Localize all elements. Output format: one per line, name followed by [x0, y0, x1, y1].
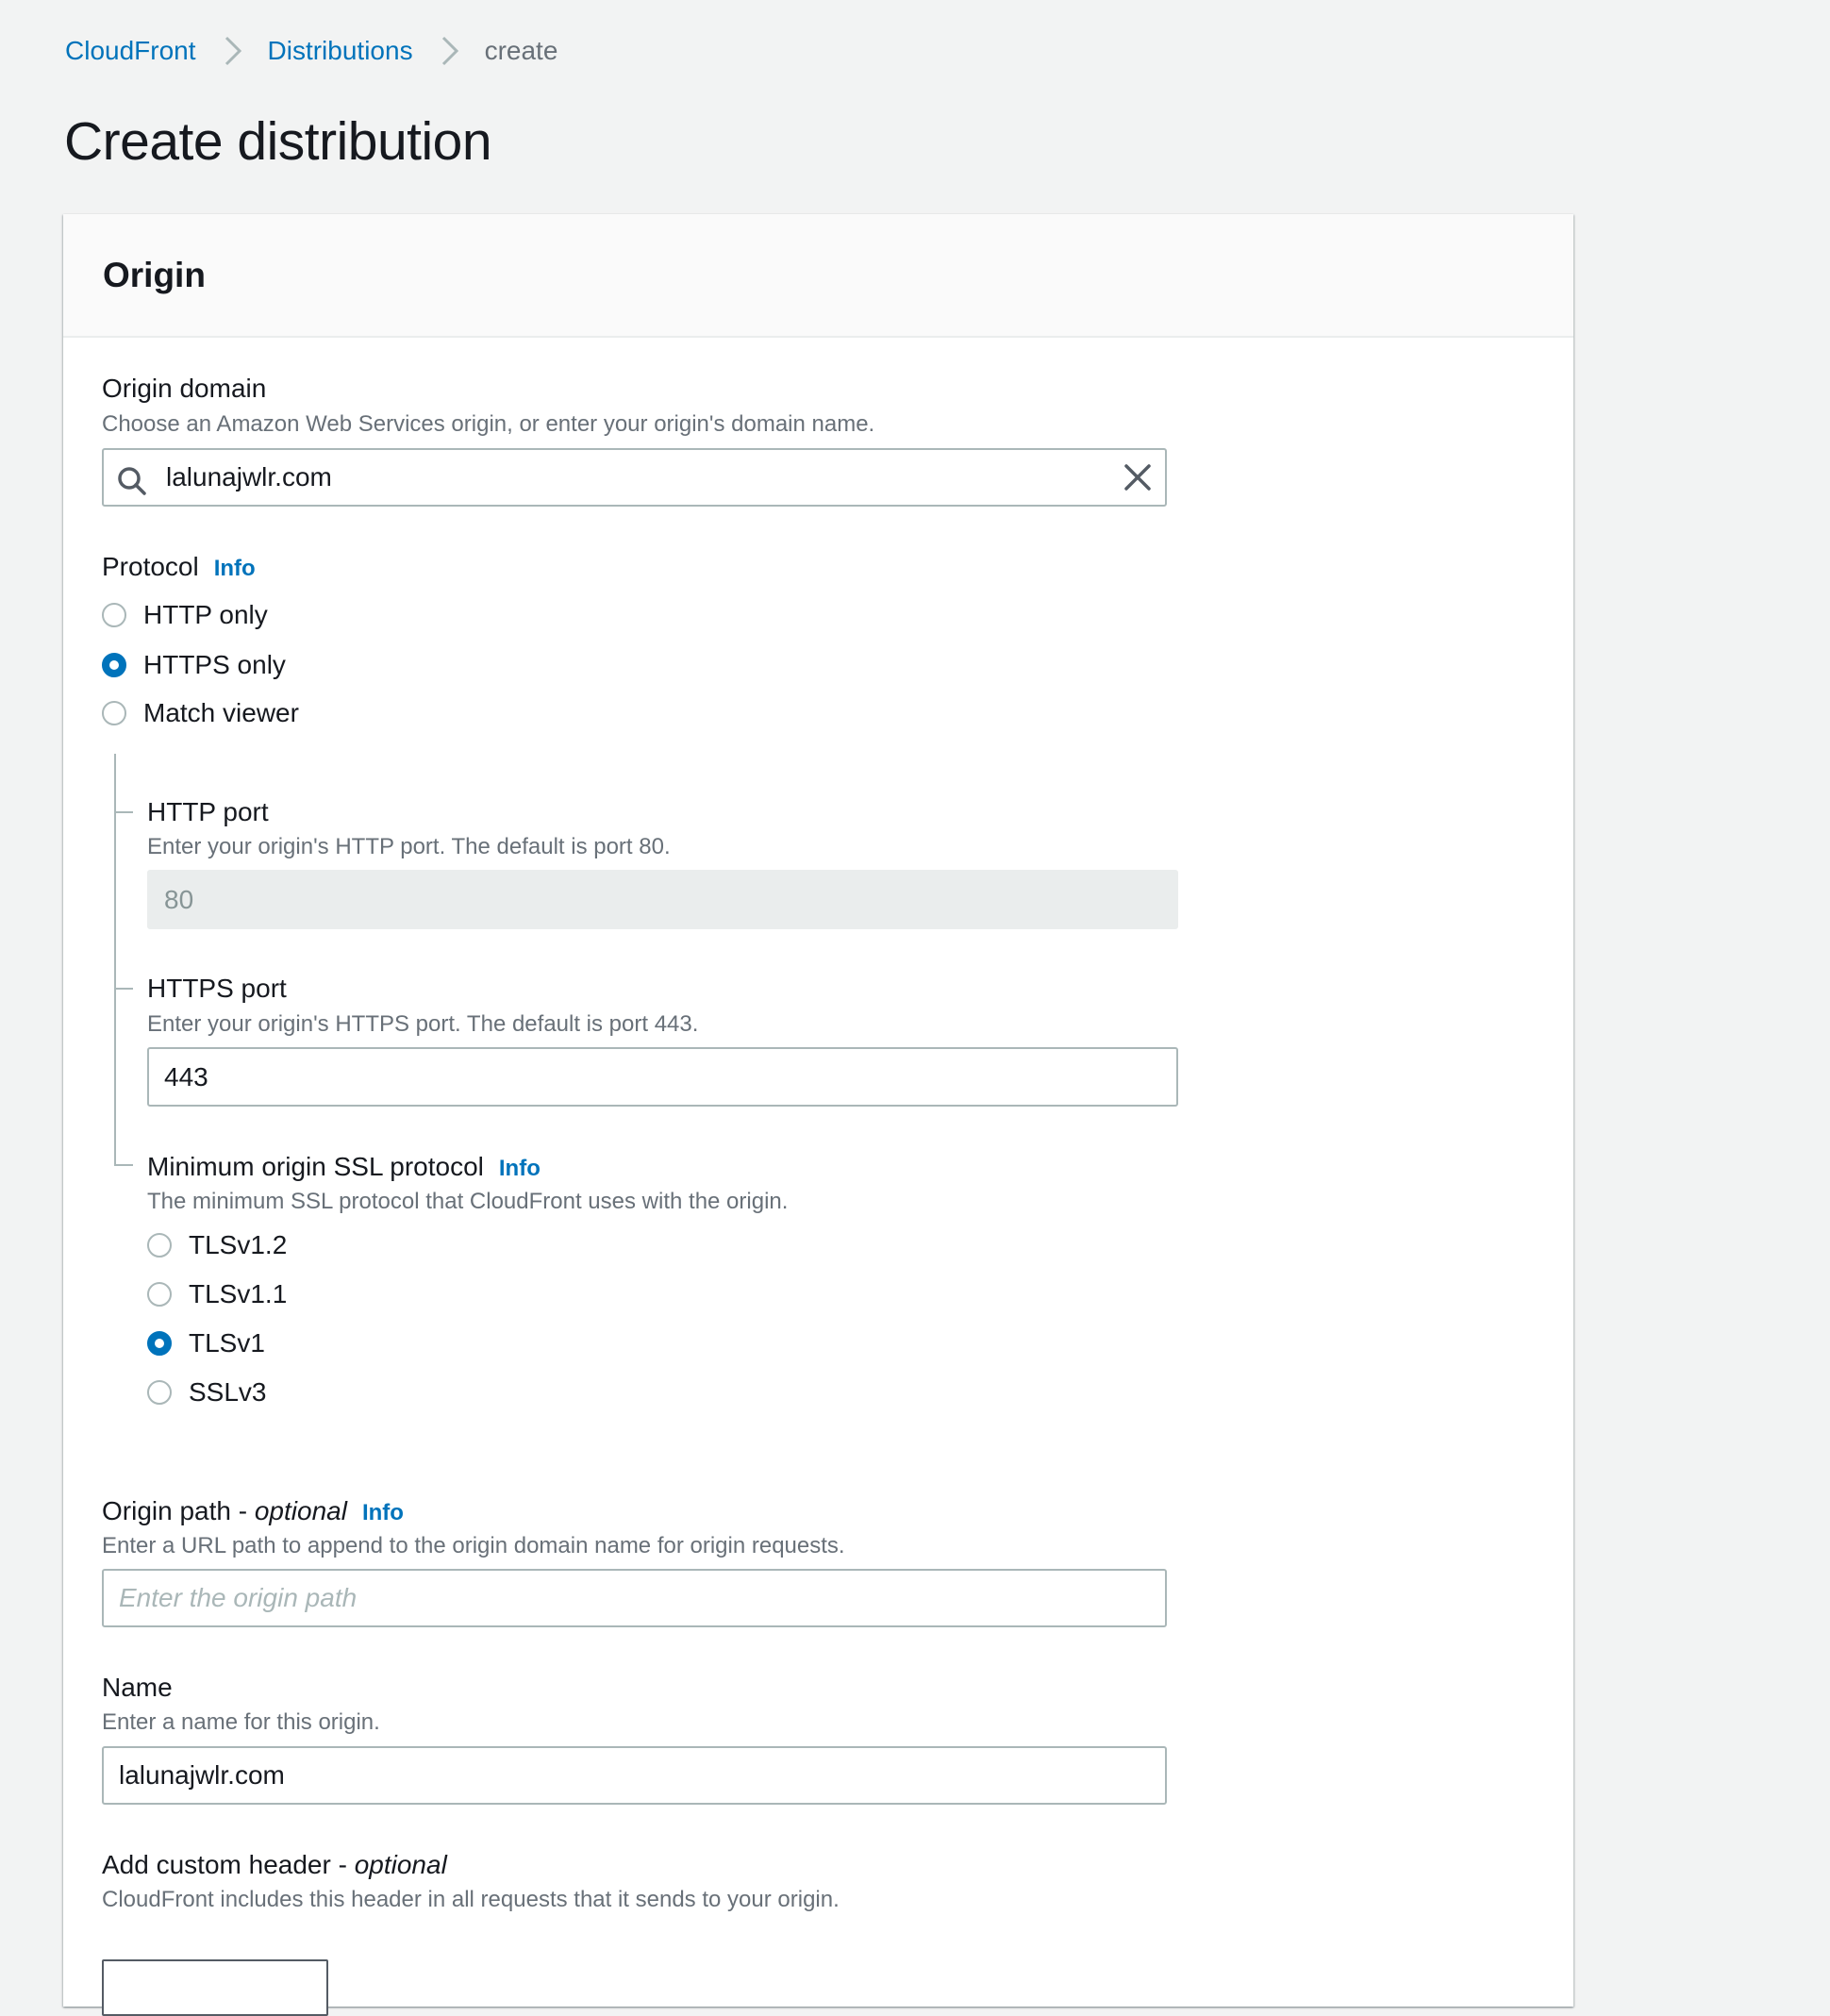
- protocol-option-match-viewer[interactable]: Match viewer: [102, 696, 299, 730]
- radio-label: HTTP only: [143, 600, 268, 629]
- radio-button[interactable]: [102, 653, 126, 677]
- close-icon[interactable]: [1121, 460, 1155, 494]
- https-port-label: HTTPS port: [147, 974, 287, 1003]
- origin-domain-input[interactable]: [102, 448, 1167, 507]
- breadcrumb: CloudFront Distributions create: [65, 32, 557, 70]
- custom-header-label-text: Add custom header -: [102, 1850, 355, 1879]
- min-ssl-info-link[interactable]: Info: [499, 1156, 541, 1181]
- tree-connector-tick: [114, 988, 133, 990]
- origin-domain-label: Origin domain: [102, 374, 267, 403]
- tree-connector-tick: [114, 1164, 133, 1166]
- min-ssl-option-tlsv1-1[interactable]: TLSv1.1: [147, 1277, 287, 1311]
- radio-button[interactable]: [147, 1282, 172, 1307]
- custom-header-label: Add custom header - optional: [102, 1848, 447, 1882]
- protocol-label: Protocol Info: [102, 550, 256, 586]
- http-port-input: [147, 870, 1178, 929]
- protocol-option-http-only[interactable]: HTTP only: [102, 598, 268, 632]
- panel-title: Origin: [103, 256, 206, 294]
- origin-path-label-text: Origin path -: [102, 1496, 255, 1525]
- tree-connector-tick: [114, 811, 133, 813]
- chevron-right-icon: [225, 36, 241, 66]
- origin-path-input[interactable]: [102, 1569, 1167, 1627]
- radio-button[interactable]: [147, 1380, 172, 1405]
- http-port-label: HTTP port: [147, 797, 269, 826]
- tree-connector-line: [114, 754, 116, 1165]
- radio-label: TLSv1.2: [189, 1230, 288, 1259]
- breadcrumb-current: create: [484, 36, 558, 65]
- protocol-option-https-only[interactable]: HTTPS only: [102, 648, 286, 682]
- breadcrumb-distributions[interactable]: Distributions: [268, 36, 413, 66]
- radio-label: TLSv1.1: [189, 1279, 288, 1308]
- name-input[interactable]: [102, 1746, 1167, 1805]
- radio-button[interactable]: [147, 1233, 172, 1258]
- name-label: Name: [102, 1673, 173, 1702]
- http-port-hint: Enter your origin's HTTP port. The defau…: [147, 834, 671, 859]
- min-ssl-hint: The minimum SSL protocol that CloudFront…: [147, 1189, 789, 1214]
- min-ssl-option-tlsv1-2[interactable]: TLSv1.2: [147, 1228, 287, 1262]
- min-ssl-option-sslv3[interactable]: SSLv3: [147, 1375, 267, 1409]
- name-hint: Enter a name for this origin.: [102, 1709, 380, 1735]
- optional-tag: optional: [254, 1496, 347, 1525]
- chevron-right-icon: [441, 36, 458, 66]
- radio-label: TLSv1: [189, 1328, 265, 1358]
- radio-label: HTTPS only: [143, 650, 286, 679]
- optional-tag: optional: [354, 1850, 447, 1879]
- origin-path-label: Origin path - optional Info: [102, 1494, 404, 1530]
- origin-domain-hint: Choose an Amazon Web Services origin, or…: [102, 411, 875, 437]
- protocol-label-text: Protocol: [102, 552, 199, 581]
- radio-label: SSLv3: [189, 1377, 267, 1407]
- origin-path-info-link[interactable]: Info: [362, 1500, 404, 1525]
- origin-path-hint: Enter a URL path to append to the origin…: [102, 1533, 845, 1558]
- min-ssl-label-text: Minimum origin SSL protocol: [147, 1152, 484, 1181]
- panel-header: Origin: [63, 214, 1573, 338]
- radio-label: Match viewer: [143, 698, 299, 727]
- https-port-hint: Enter your origin's HTTPS port. The defa…: [147, 1011, 699, 1037]
- radio-button[interactable]: [102, 603, 126, 627]
- breadcrumb-cloudfront[interactable]: CloudFront: [65, 36, 196, 66]
- protocol-info-link[interactable]: Info: [214, 556, 256, 581]
- page-title: Create distribution: [64, 111, 492, 172]
- custom-header-hint: CloudFront includes this header in all r…: [102, 1887, 840, 1912]
- search-icon: [118, 467, 146, 495]
- min-ssl-option-tlsv1[interactable]: TLSv1: [147, 1326, 265, 1360]
- add-header-button[interactable]: [102, 1959, 328, 2016]
- https-port-input[interactable]: [147, 1047, 1178, 1107]
- radio-button[interactable]: [147, 1331, 172, 1356]
- radio-button[interactable]: [102, 701, 126, 725]
- min-ssl-label: Minimum origin SSL protocol Info: [147, 1150, 541, 1186]
